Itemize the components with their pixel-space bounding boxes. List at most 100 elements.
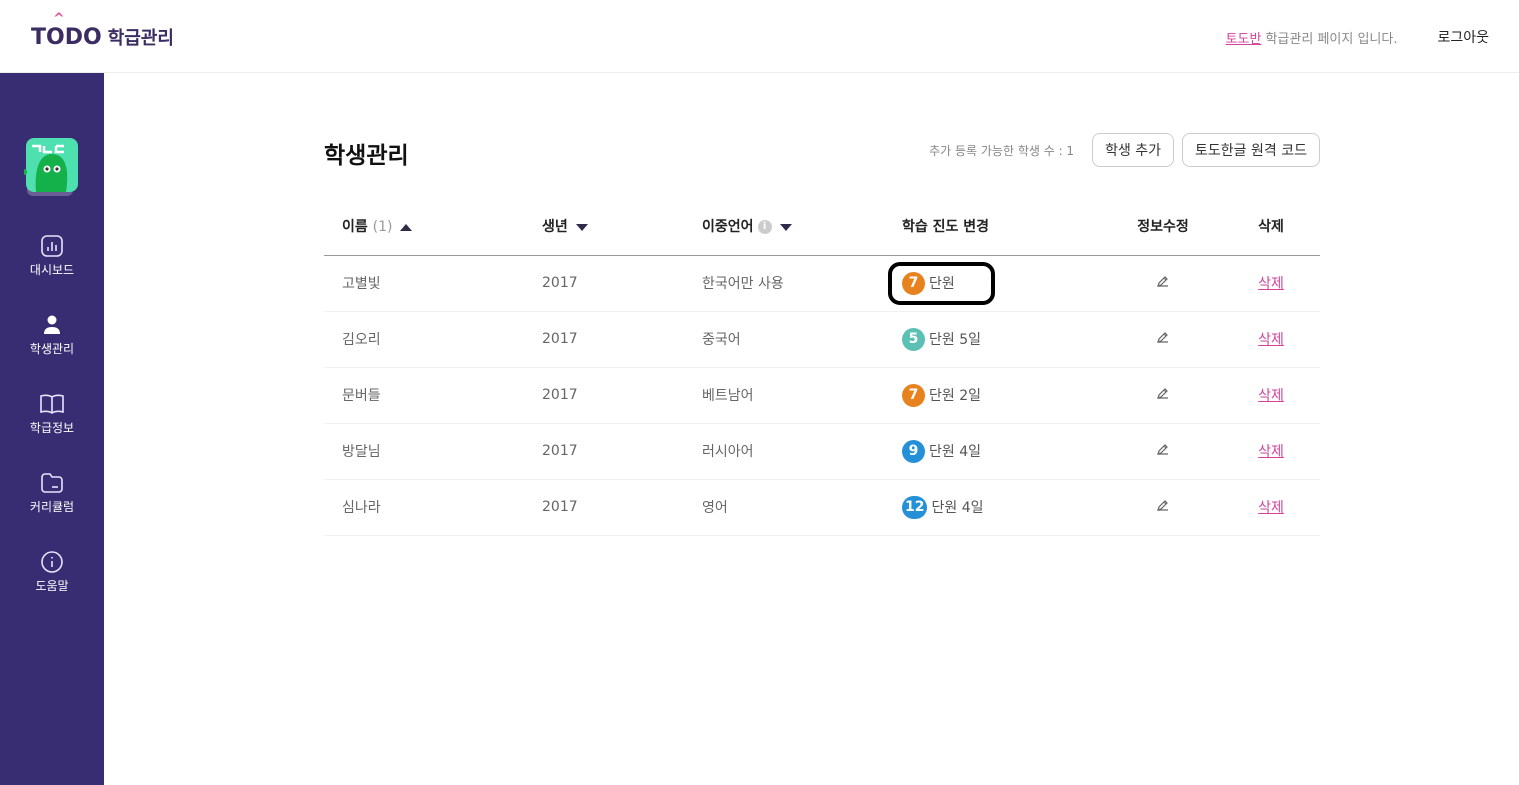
birth-year: 2017 [524,423,684,480]
column-label: 이름 [342,219,368,236]
progress-text: 단원 5일 [929,332,981,348]
progress-button[interactable]: 9 단원 4일 [902,439,981,463]
unit-badge: 9 [902,439,925,463]
sidebar-item-dashboard[interactable]: 대시보드 [0,235,104,278]
progress-button[interactable]: 12 단원 4일 [902,495,984,519]
column-delete: 삭제 [1222,198,1320,256]
column-name[interactable]: 이름 (1) [324,198,524,256]
delete-cell: 삭제 [1222,311,1320,368]
sidebar-item-help[interactable]: 도움말 [0,551,104,594]
sidebar-item-students[interactable]: 학생관리 [0,314,104,357]
header: TODO 학급관리 토도반 학급관리 페이지 입니다. 로그아웃 [0,0,1519,73]
name-count: (1) [372,219,393,236]
available-count: 추가 등록 가능한 학생 수 : 1 [929,143,1075,158]
column-label: 이중언어 [702,219,754,236]
unit-badge: 7 [902,383,925,407]
column-progress: 학습 진도 변경 [884,198,1104,256]
delete-cell: 삭제 [1222,423,1320,480]
pencil-icon[interactable] [1156,386,1170,400]
book-icon [40,394,64,414]
sidebar-item-label: 커리큘럼 [29,500,75,514]
unit-badge: 5 [902,327,925,351]
table-row: 문버들 2017 베트남어 7 단원 2일 삭제 [324,367,1320,424]
sidebar-item-label: 대시보드 [29,263,75,277]
remote-code-button[interactable]: 토도한글 원격 코드 [1182,133,1320,167]
logout-button[interactable]: 로그아웃 [1437,27,1489,47]
delete-button[interactable]: 삭제 [1258,332,1284,348]
folder-icon [41,473,63,493]
sidebar-item-label: 학생관리 [29,342,75,356]
student-name: 김오리 [324,311,524,368]
student-name: 심나라 [324,479,524,536]
sidebar-item-label: 학급정보 [29,421,75,435]
delete-button[interactable]: 삭제 [1258,500,1284,516]
delete-button[interactable]: 삭제 [1258,388,1284,404]
delete-cell: 삭제 [1222,255,1320,312]
page-title: 학생관리 [324,143,409,169]
language: 한국어만 사용 [684,255,884,312]
sort-down-icon[interactable] [779,223,792,231]
header-message: 학급관리 페이지 입니다. [1265,31,1398,47]
student-table: 이름 (1) 생년 이중언어 i 학습 진도 변경 정보수정 삭제 고별빛 201… [324,198,1320,536]
column-edit: 정보수정 [1104,198,1222,256]
progress-text: 단원 [929,276,955,292]
logo[interactable]: TODO 학급관리 [31,11,174,50]
column-label: 생년 [542,219,568,236]
pencil-icon[interactable] [1156,330,1170,344]
sidebar-item-class-info[interactable]: 학급정보 [0,393,104,436]
progress-text: 단원 4일 [929,444,981,460]
student-name: 문버들 [324,367,524,424]
edit-cell [1104,479,1222,536]
progress-button[interactable]: 7 단원 [888,261,995,305]
progress-cell: 7 단원 [884,255,1104,312]
sort-down-icon[interactable] [575,223,588,231]
progress-cell: 5 단원 5일 [884,311,1104,368]
sidebar-item-curriculum[interactable]: 커리큘럼 [0,472,104,515]
progress-cell: 12 단원 4일 [884,479,1104,536]
progress-text: 단원 4일 [931,500,984,516]
info-icon [41,551,63,573]
pencil-icon[interactable] [1156,498,1170,512]
birth-year: 2017 [524,311,684,368]
sidebar: 대시보드 학생관리 학급정보 커리큘럼 도움말 [0,73,104,785]
progress-text: 단원 2일 [929,388,981,404]
table-row: 고별빛 2017 한국어만 사용 7 단원 삭제 [324,255,1320,312]
sort-up-icon[interactable] [400,223,413,231]
edit-cell [1104,367,1222,424]
progress-button[interactable]: 7 단원 2일 [902,383,981,407]
class-name-link[interactable]: 토도반 [1226,28,1262,47]
column-language[interactable]: 이중언어 i [684,198,884,256]
delete-button[interactable]: 삭제 [1258,444,1284,460]
progress-button[interactable]: 5 단원 5일 [902,327,981,351]
edit-cell [1104,423,1222,480]
delete-button[interactable]: 삭제 [1258,276,1284,292]
logo-text: TODO [31,11,102,50]
pencil-icon[interactable] [1156,274,1170,288]
table-row: 김오리 2017 중국어 5 단원 5일 삭제 [324,311,1320,368]
table-row: 심나라 2017 영어 12 단원 4일 삭제 [324,479,1320,536]
mascot-logo [24,138,78,196]
pencil-icon[interactable] [1156,442,1170,456]
edit-cell [1104,255,1222,312]
delete-cell: 삭제 [1222,479,1320,536]
birth-year: 2017 [524,367,684,424]
student-name: 고별빛 [324,255,524,312]
unit-badge: 12 [902,495,928,519]
student-name: 방달님 [324,423,524,480]
birth-year: 2017 [524,479,684,536]
progress-cell: 9 단원 4일 [884,423,1104,480]
column-birth[interactable]: 생년 [524,198,684,256]
table-row: 방달님 2017 러시아어 9 단원 4일 삭제 [324,423,1320,480]
birth-year: 2017 [524,255,684,312]
edit-cell [1104,311,1222,368]
progress-cell: 7 단원 2일 [884,367,1104,424]
language: 영어 [684,479,884,536]
delete-cell: 삭제 [1222,367,1320,424]
unit-badge: 7 [902,271,925,295]
add-student-button[interactable]: 학생 추가 [1092,133,1175,167]
info-icon[interactable]: i [757,220,772,235]
language: 베트남어 [684,367,884,424]
language: 러시아어 [684,423,884,480]
language: 중국어 [684,311,884,368]
sidebar-item-label: 도움말 [35,579,69,593]
